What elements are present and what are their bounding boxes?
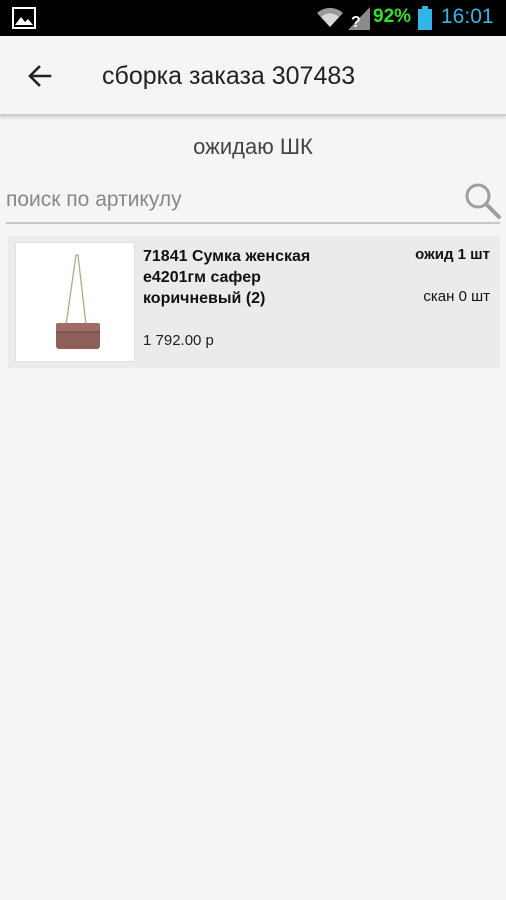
search-icon[interactable]	[462, 180, 502, 220]
search-input[interactable]	[6, 182, 446, 218]
arrow-back-icon[interactable]	[22, 58, 58, 94]
signal-icon: ?	[348, 7, 370, 31]
svg-text:?: ?	[351, 14, 361, 31]
scan-status-label: ожидаю ШК	[193, 134, 313, 159]
status-bar: ? 92% 16:01	[0, 0, 506, 36]
handbag-image	[56, 254, 100, 349]
clock: 16:01	[441, 5, 494, 28]
item-price: 1 792.00 р	[143, 332, 214, 349]
list-item[interactable]: 71841 Сумка женская е4201гм сафер коричн…	[8, 236, 500, 368]
item-name: 71841 Сумка женская е4201гм сафер коричн…	[143, 248, 311, 307]
item-scanned-qty: скан 0 шт	[423, 288, 490, 305]
item-expected-qty: ожид 1 шт	[415, 246, 490, 263]
battery-icon	[418, 6, 432, 30]
app-bar: сборка заказа 307483	[0, 36, 506, 116]
page-title: сборка заказа 307483	[102, 62, 356, 90]
battery-percent: 92%	[373, 6, 412, 27]
gallery-icon	[12, 7, 36, 29]
product-image	[15, 242, 135, 362]
search-field	[6, 178, 502, 224]
wifi-icon	[317, 7, 343, 28]
